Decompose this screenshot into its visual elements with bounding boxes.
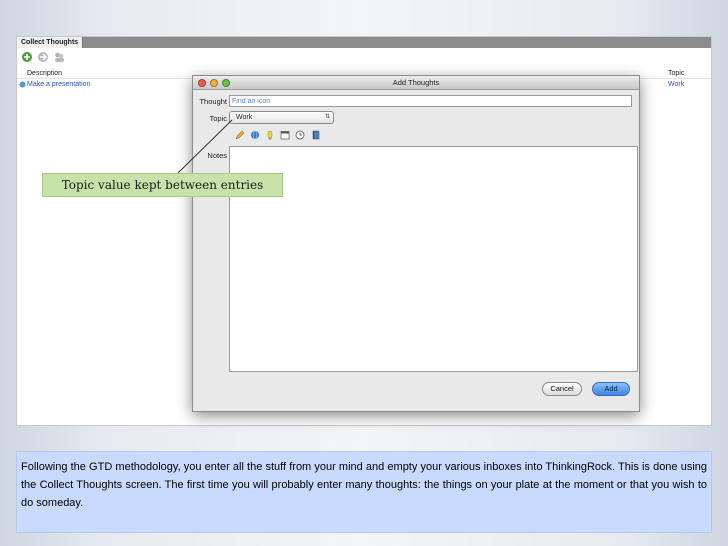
caption-text: Following the GTD methodology, you enter… [21,461,707,509]
select-arrows-icon: ⇅ [324,114,330,120]
process-icon[interactable] [37,51,49,63]
lightbulb-icon[interactable] [265,130,275,140]
add-thought-icon[interactable] [21,51,33,63]
callout-annotation: Topic value kept between entries [42,173,283,197]
notes-textarea[interactable] [229,146,638,372]
row-topic: Work [668,81,685,88]
dialog-title: Add Thoughts [392,78,440,87]
row-description: Make a presentation [27,81,91,88]
topic-select[interactable]: Work ⇅ [229,111,334,124]
add-thoughts-dialog: Add Thoughts Thought Topic Work ⇅ Notes … [192,75,640,412]
tab-collect-thoughts[interactable]: Collect Thoughts [17,37,84,48]
thought-icon [19,81,26,88]
column-header-description[interactable]: Description [27,69,62,79]
caption-box: Following the GTD methodology, you enter… [16,451,712,533]
topic-label: Topic [209,114,227,123]
add-button[interactable]: Add [592,382,630,396]
thought-input[interactable] [229,95,632,107]
dialog-titlebar[interactable]: Add Thoughts [193,76,639,90]
pencil-icon[interactable] [235,130,245,140]
book-icon[interactable] [311,130,321,140]
column-header-topic[interactable]: Topic [668,69,684,79]
notes-label: Notes [207,151,227,160]
thought-label: Thought [199,97,227,106]
calendar-icon[interactable] [280,130,290,140]
topic-select-value: Work [236,114,253,121]
globe-icon[interactable] [250,130,260,140]
tab-bar: Collect Thoughts [17,37,711,48]
clock-icon[interactable] [295,130,305,140]
people-icon[interactable] [53,51,65,63]
cancel-button[interactable]: Cancel [542,382,582,396]
